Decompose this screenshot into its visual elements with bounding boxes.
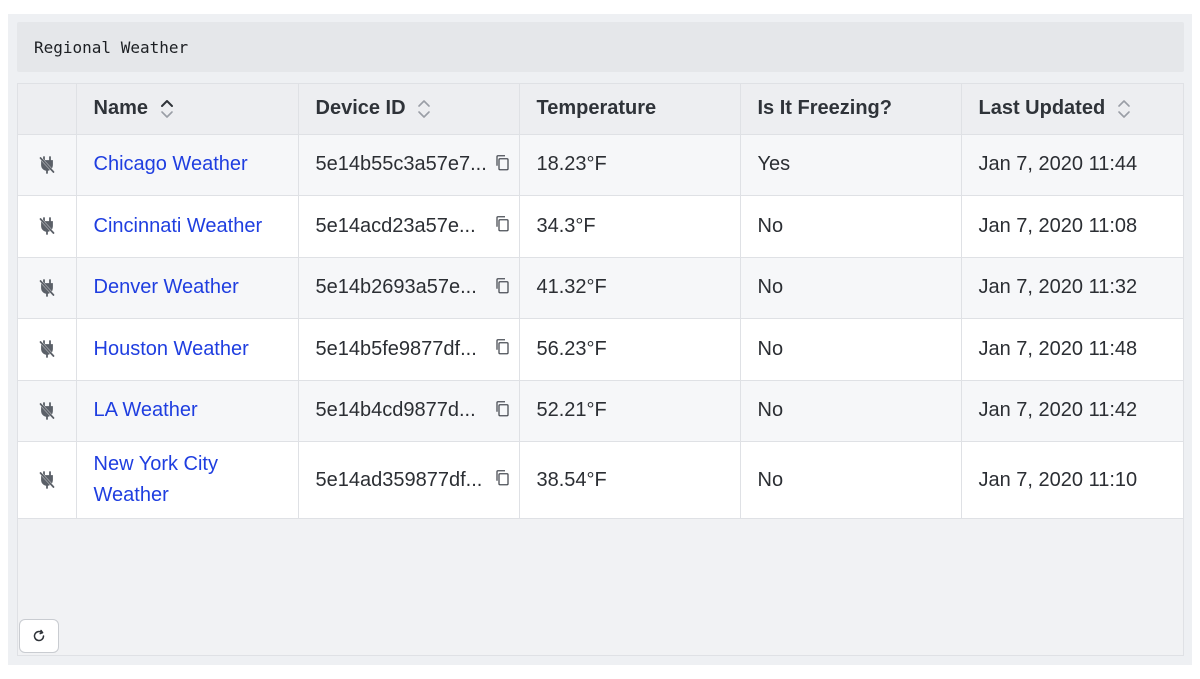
freezing-cell: No — [740, 318, 962, 381]
row-icon-cell — [18, 195, 77, 258]
plug-icon — [39, 279, 55, 297]
refresh-button[interactable] — [19, 619, 59, 653]
last-updated-cell: Jan 7, 2020 11:44 — [961, 134, 1183, 196]
freezing-cell: No — [740, 380, 962, 442]
device-id-cell: 5e14b55c3a57e7... — [298, 134, 520, 196]
plug-icon — [39, 217, 55, 236]
temperature-cell: 52.21°F — [519, 380, 741, 442]
header-device-id[interactable]: Device ID — [298, 84, 520, 135]
device-id-cell: 5e14acd23a57e... — [298, 195, 520, 258]
last-updated-cell: Jan 7, 2020 11:48 — [961, 318, 1183, 381]
header-device-id-label: Device ID — [315, 97, 406, 120]
temperature-cell: 38.54°F — [519, 441, 741, 519]
regional-weather-panel: Regional Weather Name Device ID Temperat… — [8, 14, 1192, 665]
last-updated-cell: Jan 7, 2020 11:10 — [961, 441, 1183, 519]
devices-table: Name Device ID Temperature Is It Freezin… — [18, 84, 1183, 519]
temperature-cell: 41.32°F — [519, 257, 741, 319]
row-icon-cell — [18, 318, 77, 381]
row-icon-cell — [18, 380, 77, 442]
panel-header: Regional Weather — [17, 22, 1184, 72]
last-updated-cell: Jan 7, 2020 11:42 — [961, 380, 1183, 442]
row-icon-cell — [18, 441, 77, 519]
copy-icon[interactable] — [495, 277, 509, 294]
device-id-text: 5e14b5fe9877df... — [315, 337, 477, 360]
refresh-icon — [33, 629, 45, 642]
plug-icon — [39, 402, 55, 420]
device-name-link[interactable]: Chicago Weather — [94, 149, 248, 180]
header-temperature: Temperature — [519, 84, 741, 135]
name-cell: Cincinnati Weather — [76, 195, 299, 258]
copy-icon[interactable] — [495, 154, 509, 171]
freezing-cell: No — [740, 195, 962, 258]
name-cell: LA Weather — [76, 380, 299, 442]
device-id-cell: 5e14ad359877df... — [298, 441, 520, 519]
header-freezing-label: Is It Freezing? — [757, 97, 892, 120]
name-cell: Houston Weather — [76, 318, 299, 381]
header-freezing: Is It Freezing? — [740, 84, 962, 135]
device-name-link[interactable]: Houston Weather — [94, 334, 249, 365]
plug-icon — [39, 340, 55, 359]
device-id-text: 5e14b2693a57e... — [315, 276, 477, 299]
device-id-text: 5e14b55c3a57e7... — [315, 153, 487, 176]
header-name-label: Name — [93, 97, 148, 120]
table-row: Denver Weather 5e14b2693a57e... 41.32°F … — [18, 257, 1183, 319]
copy-icon[interactable] — [495, 400, 509, 417]
header-last-updated[interactable]: Last Updated — [961, 84, 1183, 135]
table-header-row: Name Device ID Temperature Is It Freezin… — [18, 84, 1183, 135]
last-updated-cell: Jan 7, 2020 11:32 — [961, 257, 1183, 319]
table-row: Chicago Weather 5e14b55c3a57e7... 18.23°… — [18, 134, 1183, 196]
panel-title: Regional Weather — [34, 37, 189, 57]
temperature-cell: 18.23°F — [519, 134, 741, 196]
plug-icon — [39, 471, 55, 490]
row-icon-cell — [18, 257, 77, 319]
last-updated-cell: Jan 7, 2020 11:08 — [961, 195, 1183, 258]
device-name-link[interactable]: Denver Weather — [94, 272, 239, 303]
plug-icon — [39, 156, 55, 174]
device-id-cell: 5e14b5fe9877df... — [298, 318, 520, 381]
device-id-text: 5e14acd23a57e... — [315, 214, 476, 237]
table-row: LA Weather 5e14b4cd9877d... 52.21°F No J… — [18, 380, 1183, 442]
device-id-text: 5e14ad359877df... — [315, 468, 483, 491]
temperature-cell: 56.23°F — [519, 318, 741, 381]
sort-icon[interactable] — [1117, 98, 1131, 120]
devices-table-container: Name Device ID Temperature Is It Freezin… — [17, 83, 1184, 656]
row-icon-cell — [18, 134, 77, 196]
table-row: Houston Weather 5e14b5fe9877df... 56.23°… — [18, 318, 1183, 381]
table-row: Cincinnati Weather 5e14acd23a57e... 34.3… — [18, 195, 1183, 258]
device-name-link[interactable]: Cincinnati Weather — [94, 211, 263, 242]
device-name-link[interactable]: New York City Weather — [94, 449, 244, 511]
device-id-text: 5e14b4cd9877d... — [315, 399, 476, 422]
name-cell: New York City Weather — [76, 441, 299, 519]
freezing-cell: No — [740, 257, 962, 319]
device-id-cell: 5e14b2693a57e... — [298, 257, 520, 319]
table-row: New York City Weather 5e14ad359877df... … — [18, 441, 1183, 519]
device-name-link[interactable]: LA Weather — [94, 395, 198, 426]
name-cell: Denver Weather — [76, 257, 299, 319]
sort-asc-icon[interactable] — [160, 98, 174, 120]
header-temperature-label: Temperature — [536, 97, 657, 120]
temperature-cell: 34.3°F — [519, 195, 741, 258]
header-name[interactable]: Name — [76, 84, 299, 135]
header-last-updated-label: Last Updated — [978, 97, 1106, 120]
header-icon-column — [18, 84, 77, 135]
copy-icon[interactable] — [495, 470, 509, 486]
freezing-cell: Yes — [740, 134, 962, 196]
copy-icon[interactable] — [495, 339, 509, 355]
name-cell: Chicago Weather — [76, 134, 299, 196]
freezing-cell: No — [740, 441, 962, 519]
sort-icon[interactable] — [417, 98, 431, 120]
device-id-cell: 5e14b4cd9877d... — [298, 380, 520, 442]
copy-icon[interactable] — [495, 216, 509, 232]
